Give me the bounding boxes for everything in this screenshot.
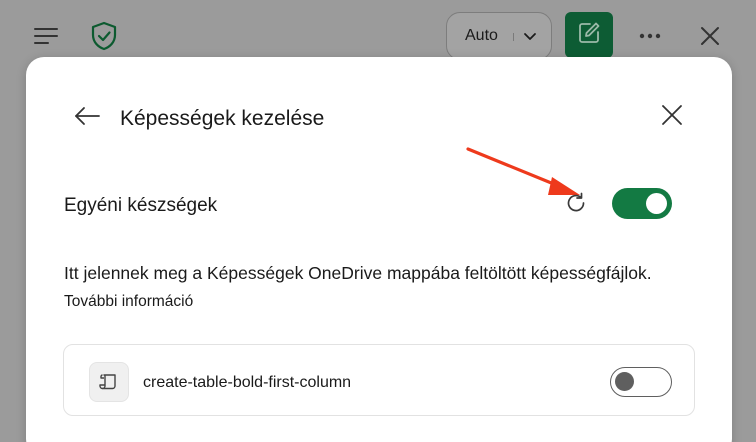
mode-select-value: Auto [465,27,498,44]
dialog-title: Képességek kezelése [120,107,325,130]
back-button[interactable] [70,101,104,135]
hamburger-menu-icon[interactable] [28,18,64,54]
custom-skills-toggle[interactable] [612,188,672,219]
close-icon [661,104,683,131]
mode-select-divider [513,33,514,41]
custom-skills-heading: Egyéni készségek [64,195,218,216]
refresh-button[interactable] [562,191,590,219]
window-close-icon[interactable] [692,18,728,54]
manage-skills-dialog: Képességek kezelése Egyéni készségek Itt… [26,57,732,442]
section-description: Itt jelennek meg a Képességek OneDrive m… [64,263,652,283]
refresh-icon [564,191,588,220]
toggle-knob [646,193,667,214]
shield-check-icon[interactable] [86,16,122,56]
compose-button[interactable] [565,12,613,58]
skill-card: create-table-bold-first-column [63,344,695,416]
dialog-close-button[interactable] [656,101,688,133]
script-file-icon [89,362,129,402]
compose-icon [577,21,601,50]
arrow-left-icon [73,106,101,131]
skill-name: create-table-bold-first-column [143,374,352,391]
skill-toggle[interactable] [610,367,672,397]
chevron-down-icon [521,27,539,45]
more-info-link[interactable]: További információ [64,293,193,311]
more-horizontal-icon[interactable] [632,18,668,54]
mode-select[interactable]: Auto [446,12,552,60]
toggle-knob [615,372,634,391]
